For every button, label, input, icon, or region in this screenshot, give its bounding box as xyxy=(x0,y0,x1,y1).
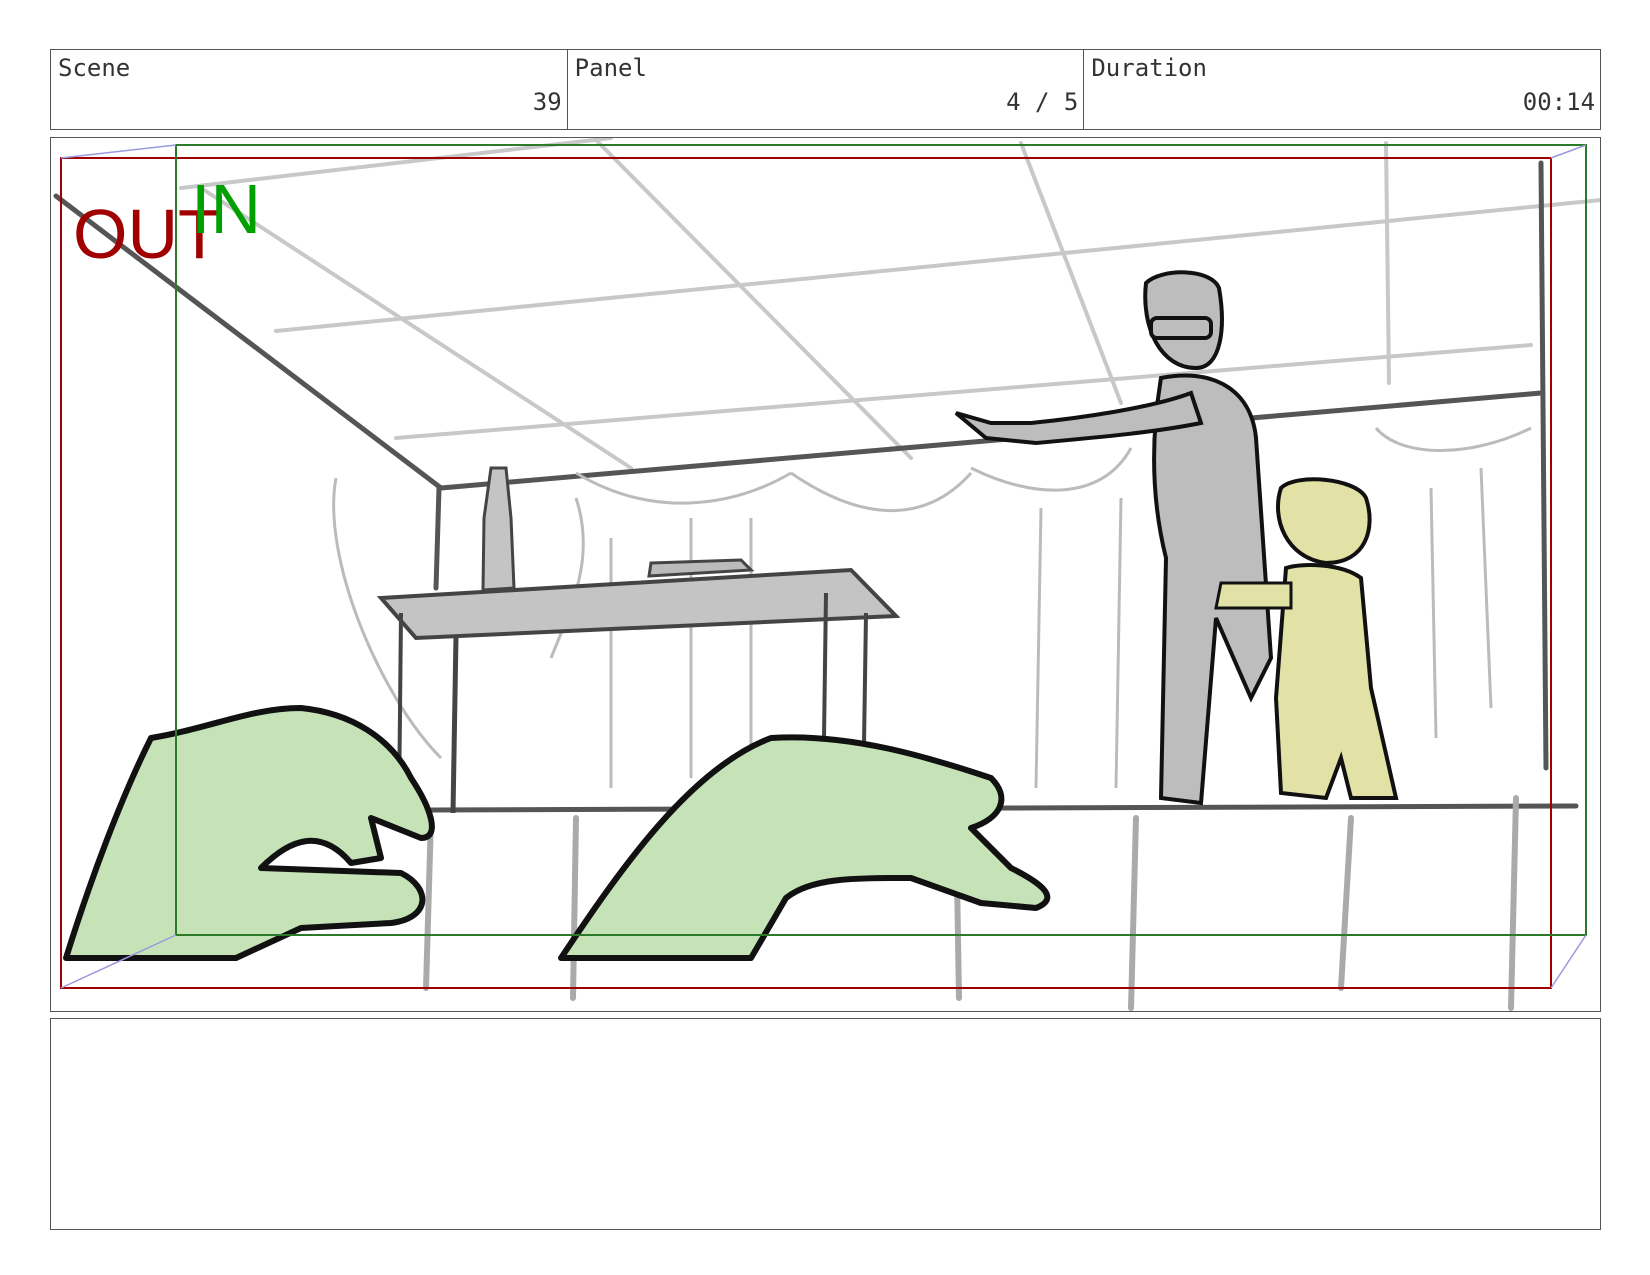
storyboard-panel: OUT IN xyxy=(50,137,1601,1012)
scene-label: Scene xyxy=(58,54,131,82)
adult-figure xyxy=(954,270,1274,806)
bottle xyxy=(481,466,516,592)
panel-info-header: Scene 39 Panel 4 / 5 Duration 00:14 xyxy=(50,49,1601,130)
duration-label: Duration xyxy=(1091,54,1207,82)
scene-number: 39 xyxy=(532,88,562,116)
panel-number: 4 / 5 xyxy=(1006,88,1079,116)
in-label: IN xyxy=(191,170,261,248)
panel-label: Panel xyxy=(574,54,647,82)
storyboard-sketch: OUT IN xyxy=(53,138,1600,1011)
duration-cell: Duration 00:14 xyxy=(1084,50,1600,129)
foreground-hand-right xyxy=(558,734,1051,961)
ceiling-grid xyxy=(179,138,1600,470)
scene-cell: Scene 39 xyxy=(51,50,568,129)
panel-cell: Panel 4 / 5 xyxy=(568,50,1085,129)
duration-value: 00:14 xyxy=(1522,88,1596,116)
panel-notes-box xyxy=(50,1018,1601,1230)
foreground-hand-left xyxy=(63,705,435,961)
